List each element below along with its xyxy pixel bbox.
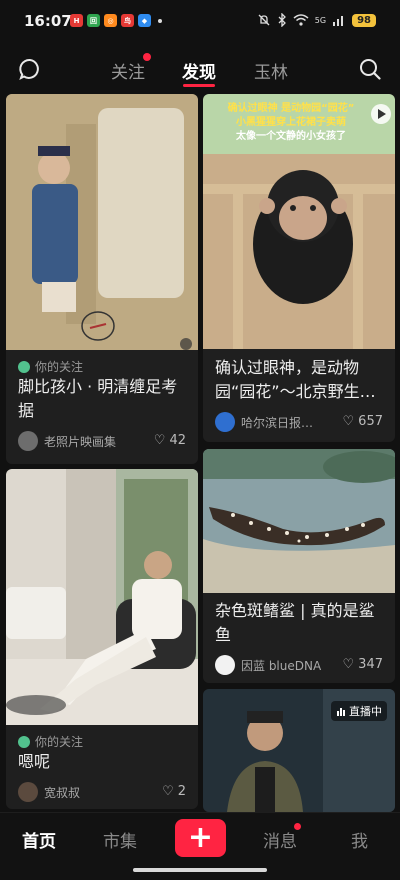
author-name: 哈尔滨日报… (241, 415, 314, 430)
follow-tag-label: 你的关注 (35, 360, 84, 374)
tab-following-badge (143, 53, 151, 61)
like-button[interactable]: ♡ 2 (162, 784, 186, 799)
notification-app-icons: H 回 ◎ 鸟 ◆ (70, 14, 162, 27)
card-author[interactable]: 宽叔叔 (18, 782, 80, 802)
like-button[interactable]: ♡ 657 (343, 414, 383, 429)
feed-card[interactable]: 直播中 (203, 689, 395, 812)
nav-profile[interactable]: 我 (351, 827, 368, 852)
shark-image (203, 449, 395, 593)
like-button[interactable]: ♡ 42 (154, 433, 186, 448)
avatar (215, 655, 235, 675)
video-caption-overlay: 确认过眼神 是动物园“园花” 小黑猩猩穿上花裙子卖萌 太像一个文静的小女孩了 (207, 102, 375, 144)
card-author[interactable]: 老照片映画集 (18, 431, 116, 451)
nav-messages[interactable]: 消息 (263, 827, 297, 852)
app-icon: H (70, 14, 83, 27)
heart-icon: ♡ (153, 433, 166, 448)
app-icon: ◆ (138, 14, 151, 27)
signal-icon (333, 16, 344, 26)
status-bar: 16:07 H 回 ◎ 鸟 ◆ 5G 98 (0, 0, 400, 44)
live-bars-icon (337, 708, 345, 716)
follow-tag: 你的关注 (18, 358, 83, 375)
tab-discover[interactable]: 发现 (182, 58, 216, 83)
card-title: 杂色斑鳍鲨 | 真的是鲨鱼 (215, 601, 375, 644)
author-name: 宽叔叔 (44, 785, 81, 800)
home-indicator[interactable] (133, 868, 267, 872)
like-count: 347 (358, 657, 383, 672)
interior-photo-image (6, 469, 198, 725)
create-post-button[interactable]: + (175, 819, 226, 857)
card-title: 确认过眼神，是动物园“园花”～北京野生… (215, 358, 376, 401)
app-icon: ◎ (104, 14, 117, 27)
user-icon (18, 735, 30, 748)
app-icon: 鸟 (121, 14, 134, 27)
nav-market[interactable]: 市集 (103, 827, 137, 852)
heart-icon: ♡ (342, 657, 355, 672)
heart-icon: ♡ (162, 784, 174, 799)
avatar (18, 782, 38, 802)
status-right: 5G 98 (257, 13, 376, 27)
author-name: 因蓝 blueDNA (241, 658, 322, 673)
search-icon[interactable] (359, 58, 381, 80)
messages-badge (294, 823, 301, 830)
heart-icon: ♡ (342, 414, 355, 429)
more-notifications-dot (158, 18, 162, 23)
user-icon (18, 360, 30, 373)
feed-card[interactable]: 确认过眼神 是动物园“园花” 小黑猩猩穿上花裙子卖萌 太像一个文静的小女孩了 确… (203, 94, 395, 442)
wifi-icon (293, 14, 309, 26)
overlay-line: 小黑猩猩穿上花裙子卖萌 (236, 117, 346, 128)
app-icon: 回 (87, 14, 100, 27)
top-navigation: 关注 发现 玉林 (0, 44, 400, 94)
network-label: 5G (314, 15, 327, 25)
nav-home[interactable]: 首页 (22, 827, 56, 852)
battery-level: 98 (352, 13, 376, 27)
bottom-navigation: 首页 市集 + 消息 我 (0, 812, 400, 880)
like-count: 2 (177, 784, 186, 799)
bluetooth-icon (278, 13, 286, 27)
live-badge: 直播中 (331, 701, 387, 721)
like-count: 657 (358, 414, 383, 429)
like-button[interactable]: ♡ 347 (343, 657, 383, 672)
painting-image (6, 94, 198, 350)
avatar (18, 431, 38, 451)
chat-bubble-icon[interactable] (19, 58, 41, 80)
card-author[interactable]: 因蓝 blueDNA (215, 655, 321, 675)
feed-card[interactable]: 你的关注 脚比孩小 · 明清缠足考据 老照片映画集 ♡ 42 (6, 94, 198, 464)
feed-card[interactable]: 杂色斑鳍鲨 | 真的是鲨鱼 因蓝 blueDNA ♡ 347 (203, 449, 395, 683)
author-name: 老照片映画集 (44, 434, 117, 449)
status-time: 16:07 (24, 12, 72, 30)
card-title: 脚比孩小 · 明清缠足考据 (18, 377, 178, 420)
mute-icon (258, 14, 270, 26)
card-title: 嗯呢 (18, 752, 51, 771)
follow-tag: 你的关注 (18, 733, 83, 750)
tab-following[interactable]: 关注 (111, 58, 145, 83)
tab-local[interactable]: 玉林 (254, 58, 288, 83)
avatar (215, 412, 235, 432)
like-count: 42 (169, 433, 186, 448)
active-tab-indicator (183, 84, 215, 87)
overlay-line: 太像一个文静的小女孩了 (236, 131, 346, 142)
card-author[interactable]: 哈尔滨日报… (215, 412, 313, 432)
overlay-line: 确认过眼神 是动物园“园花” (227, 103, 355, 114)
follow-tag-label: 你的关注 (35, 735, 84, 749)
live-badge-label: 直播中 (349, 705, 382, 718)
feed-card[interactable]: 你的关注 嗯呢 宽叔叔 ♡ 2 (6, 469, 198, 809)
